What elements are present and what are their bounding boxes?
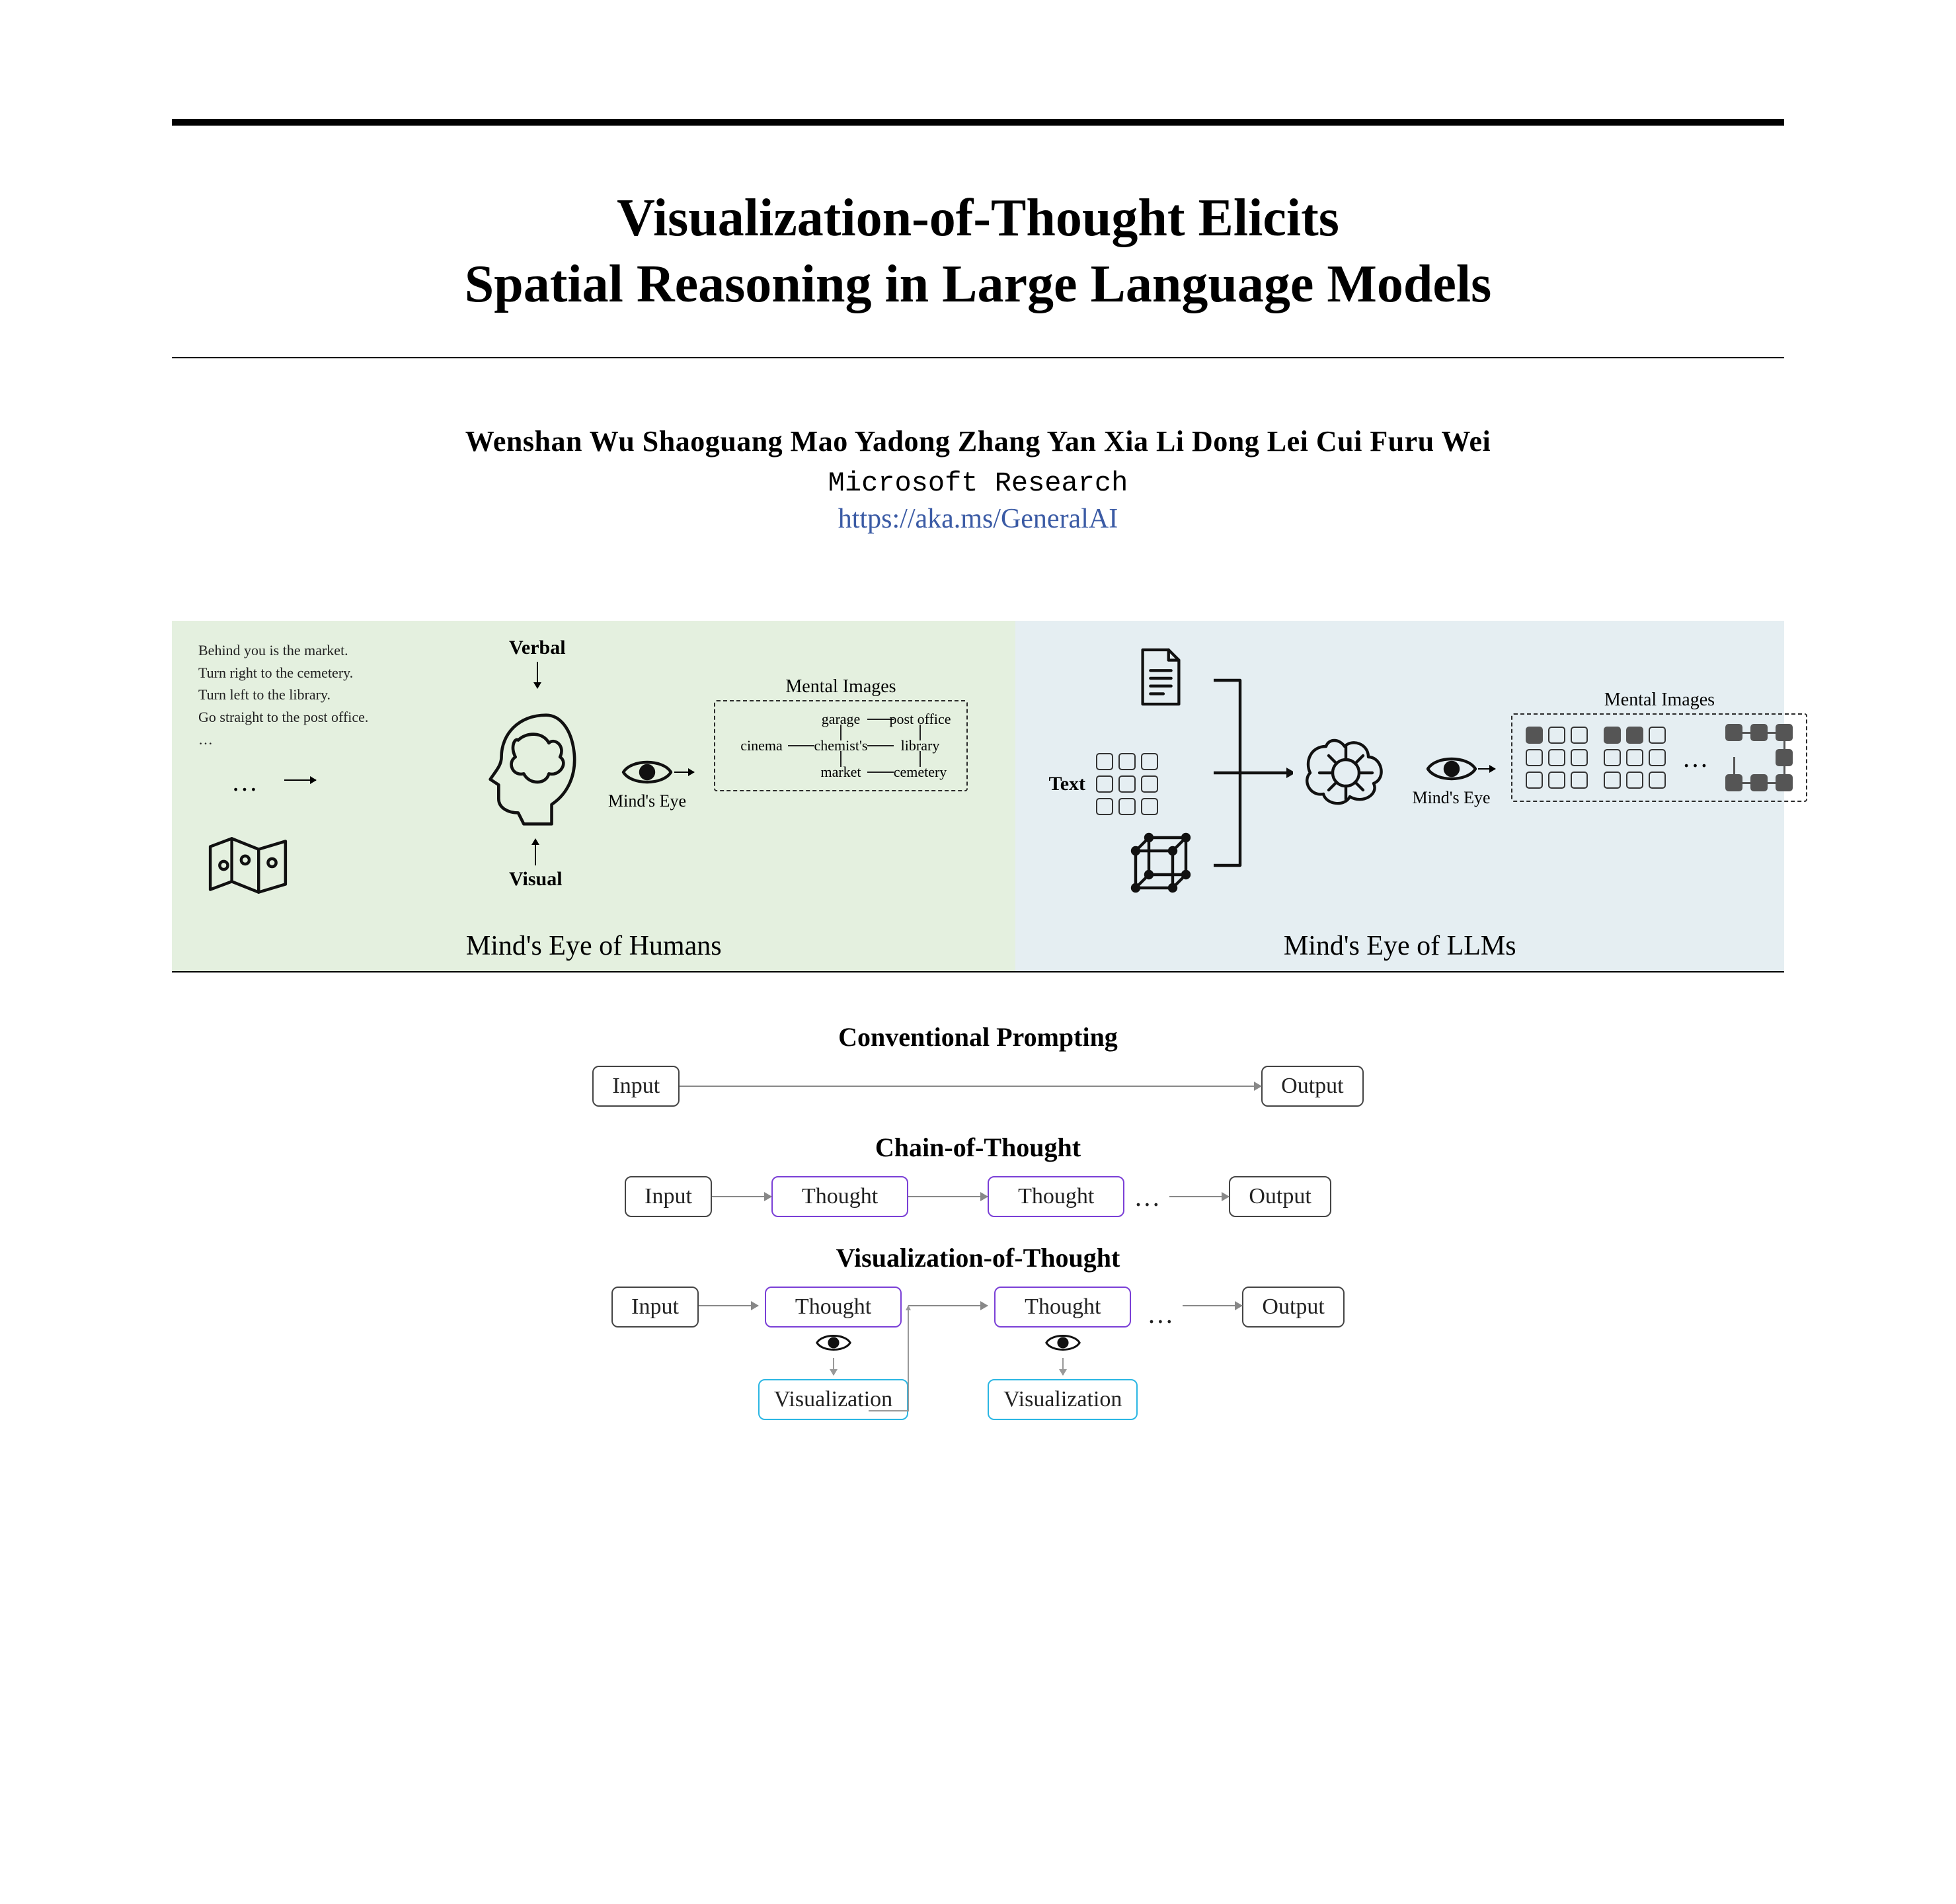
text-label: Text <box>1048 773 1085 795</box>
state-grid-2 <box>1604 727 1666 789</box>
author-list: Wenshan Wu Shaoguang Mao Yadong Zhang Ya… <box>172 424 1784 458</box>
state-grid-final <box>1725 724 1793 791</box>
instr-4: … <box>198 730 368 750</box>
top-rule <box>172 119 1784 126</box>
visual-label-group: Visual <box>509 839 563 891</box>
vot-step-2: Thought Visualization <box>988 1287 1138 1420</box>
instr-3: Go straight to the post office. <box>198 707 368 727</box>
prompting-diagrams: Conventional Prompting Input Output Chai… <box>172 1006 1784 1420</box>
title-line-1: Visualization-of-Thought Elicits <box>172 185 1784 251</box>
instr-1: Turn right to the cemetery. <box>198 663 368 683</box>
minds-eye-llm: Mind's Eye <box>1412 753 1490 808</box>
eye-icon <box>1425 753 1478 785</box>
document-icon <box>1134 647 1187 710</box>
affiliation: Microsoft Research <box>172 467 1784 499</box>
state-grid-1 <box>1526 727 1588 789</box>
visualization-node: Visualization <box>988 1379 1138 1420</box>
arrow-right-icon <box>908 1196 988 1197</box>
eye-icon <box>621 756 674 788</box>
output-node: Output <box>1242 1287 1344 1328</box>
merge-bracket <box>1214 667 1293 882</box>
arrow-down-icon <box>537 662 538 688</box>
verbal-label-group: Verbal <box>509 637 566 688</box>
ellipsis-dots: … <box>1682 742 1709 774</box>
text-input-group: Text <box>1048 753 1158 815</box>
arrow-right-icon <box>674 772 694 773</box>
eye-icon <box>815 1331 852 1354</box>
arrow-right-icon <box>284 779 316 781</box>
cube-icon <box>1128 832 1194 902</box>
ai-brain-icon <box>1300 733 1392 816</box>
instr-2: Turn left to the library. <box>198 685 368 705</box>
conventional-title: Conventional Prompting <box>838 1021 1118 1052</box>
arrow-up-icon <box>535 839 536 865</box>
minds-eye-human: Mind's Eye <box>608 756 686 811</box>
grid-icon <box>1096 753 1158 815</box>
arrow-down-icon <box>833 1358 834 1375</box>
output-node: Output <box>1229 1176 1331 1217</box>
thought-node: Thought <box>988 1176 1124 1217</box>
map-cell: cemetery <box>887 764 953 781</box>
arrow-down-icon <box>1062 1358 1064 1375</box>
arrow-right-icon <box>1183 1305 1242 1306</box>
mental-images-human: Mental Images garage post office cinema … <box>714 700 968 791</box>
arrow-right-icon <box>712 1196 771 1197</box>
ellipsis-dots: … <box>231 766 259 797</box>
vot-chain: Input Thought Visualization Thought V <box>611 1287 1345 1420</box>
brain-head-icon <box>476 707 588 836</box>
minds-eye-label: Mind's Eye <box>1412 788 1490 808</box>
title-rule <box>172 357 1784 358</box>
arrow-right-icon <box>1478 768 1495 770</box>
ellipsis-dots: … <box>1147 1298 1173 1329</box>
thought-node: Thought <box>994 1287 1131 1328</box>
title-line-2: Spatial Reasoning in Large Language Mode… <box>172 251 1784 317</box>
output-node: Output <box>1261 1066 1363 1107</box>
input-node: Input <box>592 1066 680 1107</box>
ellipsis-dots: … <box>1134 1181 1160 1212</box>
panel-humans: Behind you is the market. Turn right to … <box>172 621 1015 971</box>
map-icon <box>205 832 291 902</box>
project-link[interactable]: https://aka.ms/GeneralAI <box>172 503 1784 535</box>
panel-caption-llms: Mind's Eye of LLMs <box>1284 930 1516 962</box>
cot-title: Chain-of-Thought <box>875 1132 1081 1163</box>
paper-title: Visualization-of-Thought Elicits Spatial… <box>172 185 1784 317</box>
feedback-line <box>869 1305 948 1417</box>
verbal-label: Verbal <box>509 637 566 659</box>
thought-node: Thought <box>771 1176 908 1217</box>
panel-caption-humans: Mind's Eye of Humans <box>466 930 722 962</box>
conventional-chain: Input Output <box>592 1066 1363 1107</box>
cot-chain: Input Thought Thought … Output <box>625 1176 1331 1217</box>
instr-0: Behind you is the market. <box>198 641 368 660</box>
mental-images-label: Mental Images <box>785 676 896 697</box>
map-cell: market <box>808 764 874 781</box>
mental-images-label: Mental Images <box>1604 690 1715 711</box>
arrow-right-icon <box>1169 1196 1229 1197</box>
figure-panels: Behind you is the market. Turn right to … <box>172 621 1784 972</box>
mental-images-llm: Mental Images … <box>1511 713 1807 802</box>
panel-llms: Text <box>1015 621 1784 971</box>
minds-eye-label: Mind's Eye <box>608 791 686 811</box>
map-cell: cinema <box>728 737 795 754</box>
verbal-instructions: Behind you is the market. Turn right to … <box>198 641 368 752</box>
arrow-right-icon <box>699 1305 758 1306</box>
eye-icon <box>1044 1331 1081 1354</box>
input-node: Input <box>625 1176 712 1217</box>
arrow-right-icon <box>680 1086 1261 1087</box>
mental-map-grid: garage post office cinema chemist's libr… <box>728 711 953 781</box>
vot-title: Visualization-of-Thought <box>836 1242 1120 1273</box>
input-node: Input <box>611 1287 699 1328</box>
visual-label: Visual <box>509 868 563 891</box>
